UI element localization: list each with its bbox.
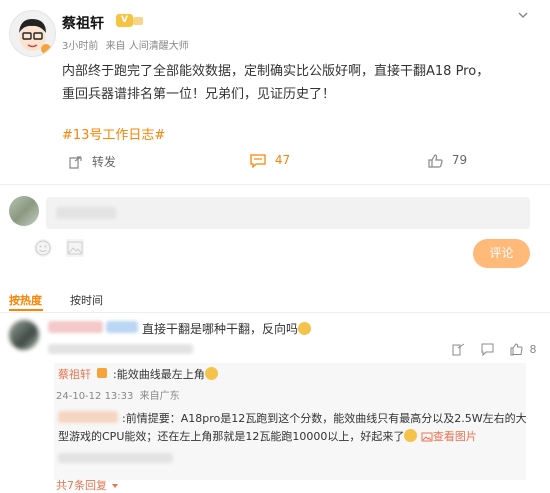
- submit-comment-button[interactable]: 评论: [473, 239, 530, 268]
- commenter-badge-blurred: [106, 321, 138, 333]
- repost-button[interactable]: 转发: [68, 153, 116, 170]
- repost-icon[interactable]: [452, 343, 465, 356]
- comment-icon: [250, 153, 266, 168]
- caret-down-icon: [111, 484, 118, 488]
- topic-tag[interactable]: #13号工作日志#: [62, 124, 165, 143]
- author-avatar[interactable]: [9, 10, 56, 57]
- emoji-icon: [204, 367, 218, 380]
- commenter-avatar[interactable]: [9, 320, 39, 350]
- post-meta: 3小时前 来自 人间清醒大师: [62, 37, 189, 52]
- thumbs-up-icon: [428, 153, 443, 168]
- reply-text: :能效曲线最左上角: [113, 366, 218, 382]
- comment-button[interactable]: 47: [250, 153, 290, 168]
- comment-count: 47: [274, 153, 291, 167]
- divider: [0, 312, 550, 313]
- repost-label: 转发: [91, 155, 116, 169]
- vip-badge-icon: [97, 368, 107, 378]
- post-time[interactable]: 3小时前: [62, 41, 98, 52]
- image-icon: [421, 432, 433, 442]
- my-avatar: [9, 196, 39, 226]
- chevron-down-icon[interactable]: [517, 9, 529, 24]
- post-content: 内部终于跑完了全部能效数据，定制确实比公版好啊，直接干翻A18 Pro，重回兵器…: [62, 64, 490, 102]
- comment-actions: 8: [452, 342, 536, 356]
- input-placeholder-blurred: [56, 207, 116, 219]
- author-name[interactable]: 蔡祖轩: [62, 13, 104, 33]
- reply-meta: 24-10-12 13:33 来自广东: [56, 391, 180, 402]
- comment-icon[interactable]: [481, 343, 494, 356]
- more-replies-link[interactable]: 共7条回复: [56, 477, 119, 493]
- comment-like-count: 8: [529, 343, 537, 356]
- member-badge-icon: [133, 17, 143, 25]
- active-tab-indicator: [9, 309, 43, 311]
- reply-meta-blurred: [58, 453, 173, 463]
- post-source: 来自 人间清醒大师: [105, 41, 189, 52]
- commenter-name-blurred: [48, 321, 103, 333]
- sort-by-hot-tab[interactable]: 按热度: [9, 292, 42, 308]
- reply-author[interactable]: 蔡祖轩: [58, 366, 91, 382]
- thumbs-up-icon[interactable]: [510, 343, 523, 356]
- like-count: 79: [451, 153, 468, 167]
- divider: [0, 184, 550, 185]
- sort-by-time-tab[interactable]: 按时间: [70, 292, 103, 308]
- vip-badge-icon: V: [116, 14, 133, 27]
- like-button[interactable]: 79: [428, 153, 467, 168]
- emoji-icon[interactable]: [34, 239, 52, 257]
- emoji-icon: [298, 322, 312, 335]
- reply-text: :前情提要：A18pro是12瓦跑到这个分数，能效曲线只有最高分以及2.5W左右…: [58, 412, 527, 443]
- view-image-link[interactable]: 查看图片: [433, 430, 477, 443]
- image-upload-icon[interactable]: [66, 239, 84, 257]
- comment-text: 直接干翻是哪种干翻，反向吗: [142, 320, 312, 337]
- repost-icon: [69, 155, 82, 169]
- comment-input[interactable]: [46, 197, 530, 229]
- emoji-icon: [404, 429, 418, 442]
- comment-meta-blurred: [48, 344, 193, 354]
